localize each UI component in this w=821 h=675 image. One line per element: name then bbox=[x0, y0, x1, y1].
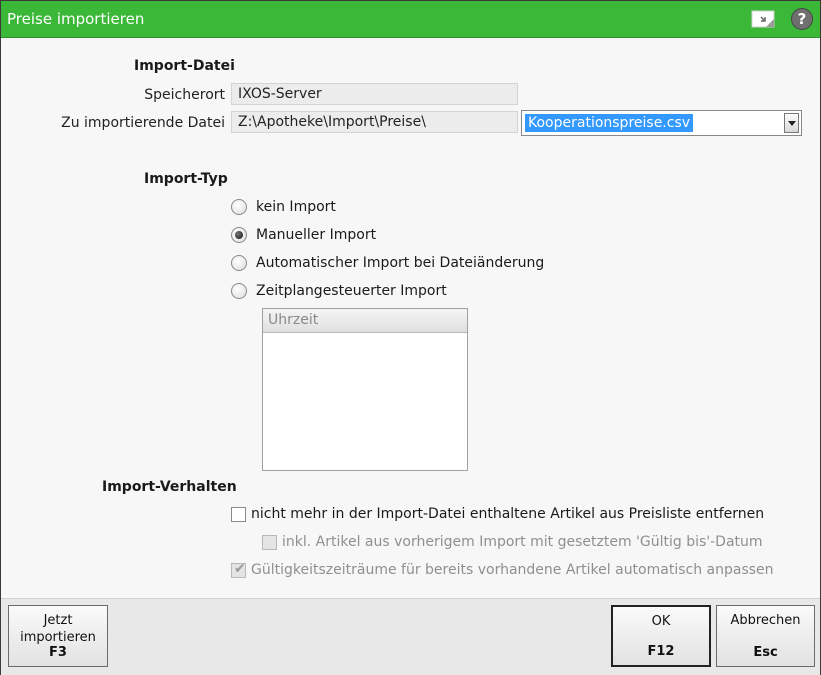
dialog-window: Preise importieren ? Import-Datei Speich… bbox=[0, 0, 821, 675]
cancel-key: Esc bbox=[753, 645, 778, 660]
radio-label: Manueller Import bbox=[256, 227, 377, 243]
radio-label: Zeitplangesteuerter Import bbox=[256, 283, 447, 299]
storage-location-field: IXOS-Server bbox=[231, 83, 518, 105]
selected-file: Kooperationspreise.csv bbox=[525, 114, 694, 132]
cancel-button[interactable]: Abbrechen Esc bbox=[716, 605, 815, 667]
import-file-select[interactable]: Kooperationspreise.csv bbox=[521, 110, 802, 136]
ok-key: F12 bbox=[647, 644, 675, 659]
checkbox bbox=[262, 535, 277, 550]
radio-label: Automatischer Import bei Dateiänderung bbox=[256, 255, 545, 271]
import-now-label-line1: Jetzt bbox=[43, 613, 73, 628]
schedule-time-list[interactable]: Uhrzeit bbox=[262, 308, 468, 471]
import-type-heading: Import-Typ bbox=[144, 171, 228, 187]
checkmark-icon: ✔ bbox=[234, 561, 246, 577]
title-bar: Preise importieren ? bbox=[1, 1, 820, 38]
radio-button[interactable] bbox=[231, 227, 247, 243]
checkbox-label: inkl. Artikel aus vorherigem Import mit … bbox=[282, 534, 763, 550]
import-path-field: Z:\Apotheke\Import\Preise\ bbox=[231, 111, 518, 133]
cancel-label: Abbrechen bbox=[730, 613, 801, 628]
import-now-label-line2: importieren bbox=[20, 630, 96, 645]
checkbox-label: Gültigkeitszeiträume für bereits vorhand… bbox=[251, 562, 774, 578]
dropdown-arrow-icon[interactable] bbox=[784, 113, 799, 133]
radio-button[interactable] bbox=[231, 283, 247, 299]
checkbox: ✔ bbox=[231, 561, 246, 578]
ok-label: OK bbox=[651, 614, 671, 629]
window-title: Preise importieren bbox=[7, 10, 145, 28]
import-now-button[interactable]: Jetzt importieren F3 bbox=[8, 605, 108, 667]
radio-button[interactable] bbox=[231, 199, 247, 215]
file-to-import-label: Zu importierende Datei bbox=[61, 115, 225, 131]
fold-window-icon[interactable] bbox=[751, 8, 775, 30]
radio-label: kein Import bbox=[256, 199, 336, 215]
svg-text:?: ? bbox=[798, 10, 807, 28]
import-now-key: F3 bbox=[49, 645, 67, 660]
ok-button[interactable]: OK F12 bbox=[611, 605, 711, 667]
checkbox[interactable] bbox=[231, 507, 246, 522]
storage-location-label: Speicherort bbox=[144, 87, 225, 103]
radio-button[interactable] bbox=[231, 255, 247, 271]
import-file-heading: Import-Datei bbox=[134, 58, 235, 74]
import-behavior-heading: Import-Verhalten bbox=[102, 479, 237, 495]
help-icon[interactable]: ? bbox=[790, 8, 814, 30]
checkbox-label: nicht mehr in der Import-Datei enthalten… bbox=[251, 506, 765, 522]
time-column-header[interactable]: Uhrzeit bbox=[263, 309, 467, 333]
dialog-content: Import-Datei Speicherort IXOS-Server Zu … bbox=[1, 38, 820, 597]
button-bar: Jetzt importieren F3 OK F12 Abbrechen Es… bbox=[1, 598, 820, 675]
